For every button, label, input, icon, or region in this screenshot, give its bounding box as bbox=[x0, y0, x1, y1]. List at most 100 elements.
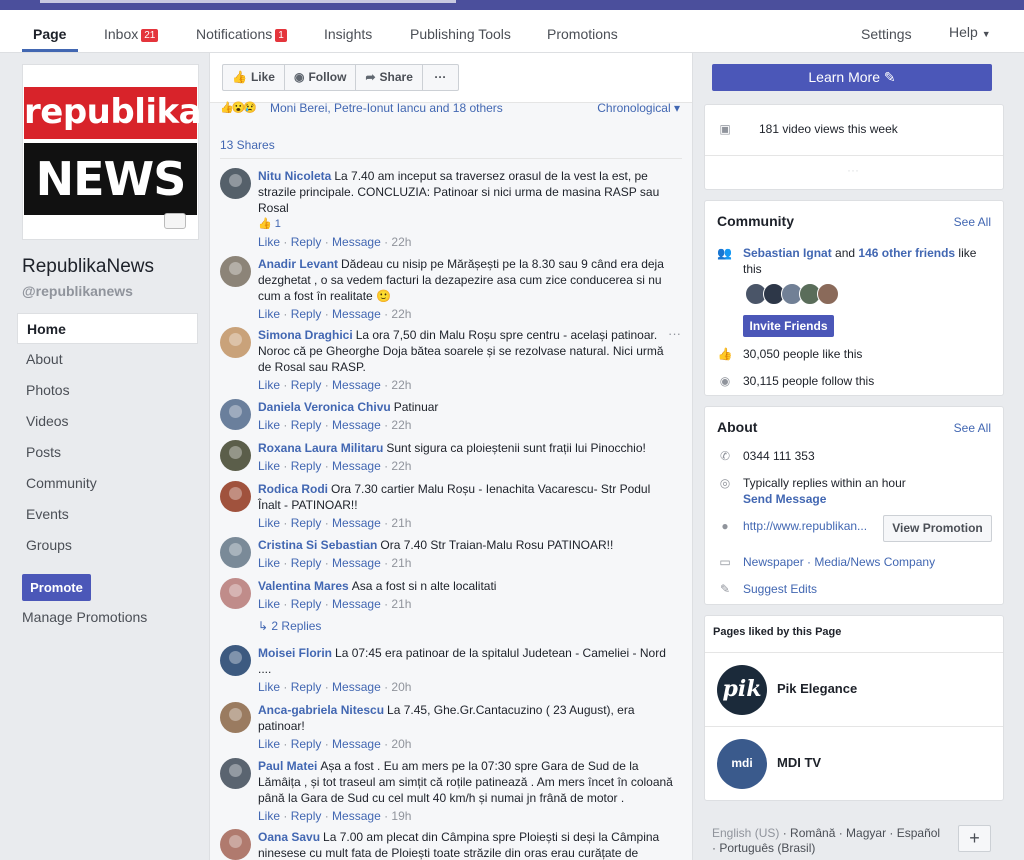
view-replies-link[interactable]: ↳ 2 Replies bbox=[258, 619, 321, 633]
comment-like-link[interactable]: Like bbox=[258, 516, 280, 530]
search-bar[interactable] bbox=[40, 0, 456, 3]
comment-like-link[interactable]: Like bbox=[258, 597, 280, 611]
comment-reply-link[interactable]: Reply bbox=[291, 809, 322, 823]
about-see-all-link[interactable]: See All bbox=[954, 421, 991, 435]
tab-publishing-tools[interactable]: Publishing Tools bbox=[410, 26, 511, 42]
tab-page[interactable]: Page bbox=[33, 26, 66, 42]
comment-message-link[interactable]: Message bbox=[332, 378, 381, 392]
comment-message-link[interactable]: Message bbox=[332, 307, 381, 321]
comment-message-link[interactable]: Message bbox=[332, 737, 381, 751]
community-see-all-link[interactable]: See All bbox=[954, 215, 991, 229]
comment-author[interactable]: Roxana Laura Militaru bbox=[258, 441, 383, 455]
nav-item-videos[interactable]: Videos bbox=[17, 406, 198, 437]
comment-author[interactable]: Cristina Si Sebastian bbox=[258, 538, 377, 552]
comment-like-link[interactable]: Like bbox=[258, 809, 280, 823]
avatar[interactable] bbox=[220, 168, 251, 199]
comment-reply-link[interactable]: Reply bbox=[291, 235, 322, 249]
promote-button[interactable]: Promote bbox=[22, 574, 91, 601]
category-link[interactable]: Newspaper · Media/News Company bbox=[743, 555, 935, 569]
follow-button[interactable]: ◉ Follow bbox=[285, 65, 357, 90]
avatar[interactable] bbox=[220, 758, 251, 789]
comment-timestamp[interactable]: 21h bbox=[391, 516, 411, 530]
nav-item-home[interactable]: Home bbox=[17, 313, 198, 344]
comment-reply-link[interactable]: Reply bbox=[291, 597, 322, 611]
share-button[interactable]: ➦ Share bbox=[356, 65, 423, 90]
avatar[interactable] bbox=[220, 481, 251, 512]
friend-avatars[interactable] bbox=[745, 283, 839, 307]
nav-item-photos[interactable]: Photos bbox=[17, 375, 198, 406]
nav-item-community[interactable]: Community bbox=[17, 468, 198, 499]
comment-timestamp[interactable]: 22h bbox=[391, 378, 411, 392]
comment-author[interactable]: Daniela Veronica Chivu bbox=[258, 400, 391, 414]
comment-timestamp[interactable]: 22h bbox=[391, 307, 411, 321]
comment-author[interactable]: Simona Draghici bbox=[258, 328, 353, 342]
avatar[interactable] bbox=[220, 829, 251, 860]
comment-reply-link[interactable]: Reply bbox=[291, 418, 322, 432]
avatar[interactable] bbox=[220, 327, 251, 358]
comment-timestamp[interactable]: 20h bbox=[391, 737, 411, 751]
tab-notifications[interactable]: Notifications 1 bbox=[196, 26, 287, 42]
tab-insights[interactable]: Insights bbox=[324, 26, 372, 42]
comment-like-link[interactable]: Like bbox=[258, 378, 280, 392]
comment-like-link[interactable]: Like bbox=[258, 556, 280, 570]
comment-author[interactable]: Oana Savu bbox=[258, 830, 320, 844]
comment-author[interactable]: Nitu Nicoleta bbox=[258, 169, 331, 183]
comment-timestamp[interactable]: 19h bbox=[391, 809, 411, 823]
more-options-button[interactable]: ··· bbox=[423, 65, 458, 90]
comment-author[interactable]: Anca-gabriela Nitescu bbox=[258, 703, 384, 717]
comment-message-link[interactable]: Message bbox=[332, 680, 381, 694]
nav-item-groups[interactable]: Groups bbox=[17, 530, 198, 561]
invite-friends-button[interactable]: Invite Friends bbox=[743, 315, 834, 337]
comment-timestamp[interactable]: 22h bbox=[391, 235, 411, 249]
avatar[interactable] bbox=[220, 537, 251, 568]
camera-icon[interactable] bbox=[164, 213, 186, 229]
avatar[interactable] bbox=[220, 702, 251, 733]
page-profile-picture[interactable]: republika NEWS bbox=[22, 64, 202, 240]
comment-message-link[interactable]: Message bbox=[332, 597, 381, 611]
comment-reply-link[interactable]: Reply bbox=[291, 556, 322, 570]
manage-promotions-link[interactable]: Manage Promotions bbox=[22, 609, 147, 625]
comment-message-link[interactable]: Message bbox=[332, 459, 381, 473]
avatar[interactable] bbox=[220, 399, 251, 430]
comment-author[interactable]: Moisei Florin bbox=[258, 646, 332, 660]
comment-like-link[interactable]: Like bbox=[258, 680, 280, 694]
comment-message-link[interactable]: Message bbox=[332, 516, 381, 530]
comment-author[interactable]: Rodica Rodi bbox=[258, 482, 328, 496]
liked-page-name[interactable]: MDI TV bbox=[777, 755, 821, 770]
comment-reply-link[interactable]: Reply bbox=[291, 378, 322, 392]
suggest-edits-link[interactable]: Suggest Edits bbox=[743, 582, 817, 596]
avatar[interactable] bbox=[220, 578, 251, 609]
liked-page-item[interactable]: pik Pik Elegance bbox=[705, 652, 1003, 726]
avatar[interactable] bbox=[220, 440, 251, 471]
comment-timestamp[interactable]: 21h bbox=[391, 556, 411, 570]
page-handle[interactable]: @republikanews bbox=[22, 283, 133, 299]
send-message-link[interactable]: Send Message bbox=[743, 492, 826, 506]
comment-message-link[interactable]: Message bbox=[332, 556, 381, 570]
comment-author[interactable]: Anadir Levant bbox=[258, 257, 338, 271]
tab-help[interactable]: Help ▼ bbox=[949, 24, 991, 40]
tab-promotions[interactable]: Promotions bbox=[547, 26, 618, 42]
reactions-summary[interactable]: 👍😮😢 Moni Berei, Petre-Ionut Iancu and 18… bbox=[220, 101, 682, 117]
comment-like-link[interactable]: Like bbox=[258, 737, 280, 751]
comment-like-link[interactable]: Like bbox=[258, 235, 280, 249]
other-friends-link[interactable]: 146 other friends bbox=[858, 246, 955, 260]
comment-reply-link[interactable]: Reply bbox=[291, 459, 322, 473]
avatar[interactable] bbox=[220, 645, 251, 676]
nav-item-posts[interactable]: Posts bbox=[17, 437, 198, 468]
like-page-button[interactable]: 👍 Like bbox=[223, 65, 285, 90]
liked-page-name[interactable]: Pik Elegance bbox=[777, 681, 857, 696]
shares-count[interactable]: 13 Shares bbox=[220, 138, 275, 152]
liked-page-item[interactable]: mdi MDI TV bbox=[705, 726, 1003, 800]
tab-inbox[interactable]: Inbox 21 bbox=[104, 26, 159, 42]
comment-reply-link[interactable]: Reply bbox=[291, 516, 322, 530]
comment-message-link[interactable]: Message bbox=[332, 809, 381, 823]
nav-item-about[interactable]: About bbox=[17, 344, 198, 375]
comment-like-count[interactable]: 👍 1 bbox=[258, 216, 674, 232]
view-promotion-button[interactable]: View Promotion bbox=[883, 515, 992, 542]
avatar[interactable] bbox=[220, 256, 251, 287]
comment-reply-link[interactable]: Reply bbox=[291, 307, 322, 321]
comment-reply-link[interactable]: Reply bbox=[291, 737, 322, 751]
comment-sort-dropdown[interactable]: Chronological ▾ bbox=[597, 101, 680, 115]
website-link[interactable]: http://www.republikan... bbox=[743, 519, 867, 533]
comment-author[interactable]: Valentina Mares bbox=[258, 579, 349, 593]
